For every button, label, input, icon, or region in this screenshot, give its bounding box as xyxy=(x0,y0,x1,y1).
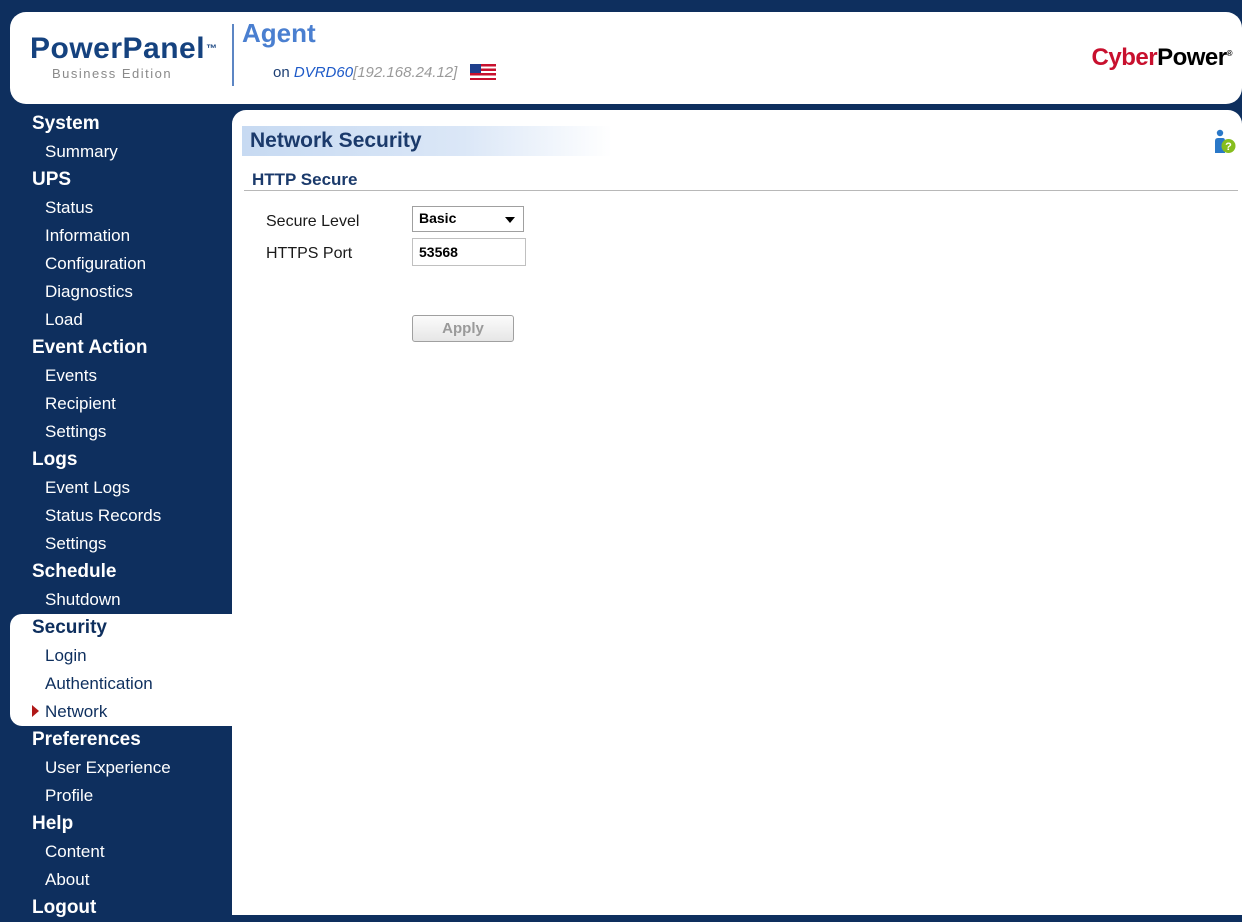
brand-trademark: ™ xyxy=(206,43,218,55)
sidebar-item-event-settings[interactable]: Settings xyxy=(10,418,232,446)
sidebar-item-network[interactable]: Network xyxy=(10,698,237,726)
vendor-mark: ® xyxy=(1226,49,1233,58)
apply-button[interactable]: Apply xyxy=(412,315,514,342)
vendor-logo: CyberPower® xyxy=(1091,44,1233,72)
sidebar-item-about[interactable]: About xyxy=(10,866,232,894)
sidebar-section-preferences: Preferences User Experience Profile xyxy=(10,726,232,810)
sidebar-item-information[interactable]: Information xyxy=(10,222,232,250)
secure-level-select[interactable]: Basic xyxy=(412,206,524,232)
sidebar-item-events[interactable]: Events xyxy=(10,362,232,390)
sidebar-item-login[interactable]: Login xyxy=(10,642,237,670)
main-content: Network Security ? HTTP Secure Secure Le… xyxy=(232,110,1242,915)
sidebar-section-event-action: Event Action Events Recipient Settings xyxy=(10,334,232,446)
page-title: Network Security xyxy=(250,129,422,152)
sidebar-item-load[interactable]: Load xyxy=(10,306,232,334)
host-name: DVRD60 xyxy=(293,64,354,81)
sidebar-item-profile[interactable]: Profile xyxy=(10,782,232,810)
agent-title: Agent xyxy=(242,18,316,48)
secure-level-value: Basic xyxy=(419,210,457,226)
https-port-label: HTTPS Port xyxy=(266,245,353,262)
svg-text:?: ? xyxy=(1225,141,1232,153)
section-divider xyxy=(244,190,1238,191)
flag-icon[interactable] xyxy=(469,64,496,80)
brand-name: PowerPanel xyxy=(30,32,206,65)
sidebar-item-summary[interactable]: Summary xyxy=(10,138,232,166)
ip-address: 192.168.24.12 xyxy=(357,64,454,81)
sidebar-heading-security[interactable]: Security xyxy=(10,614,237,642)
on-label: on xyxy=(273,64,290,81)
arrow-right-icon xyxy=(32,705,39,717)
sidebar-heading-system[interactable]: System xyxy=(10,110,232,138)
sidebar-heading-ups[interactable]: UPS xyxy=(10,166,232,194)
secure-level-label: Secure Level xyxy=(266,213,360,230)
sidebar-item-recipient[interactable]: Recipient xyxy=(10,390,232,418)
sidebar-heading-help[interactable]: Help xyxy=(10,810,232,838)
sidebar-section-logs: Logs Event Logs Status Records Settings xyxy=(10,446,232,558)
brand-logo: PowerPanel™ Business Edition xyxy=(30,32,218,82)
ip-close-bracket: ] xyxy=(453,64,458,81)
sidebar-item-authentication[interactable]: Authentication xyxy=(10,670,237,698)
sidebar-item-shutdown[interactable]: Shutdown xyxy=(10,586,232,614)
sidebar-item-log-settings[interactable]: Settings xyxy=(10,530,232,558)
app-header: PowerPanel™ Business Edition Agent on DV… xyxy=(10,12,1242,104)
https-port-input[interactable] xyxy=(412,238,526,266)
sidebar-section-schedule: Schedule Shutdown xyxy=(10,558,232,614)
sidebar-section-ups: UPS Status Information Configuration Dia… xyxy=(10,166,232,334)
sidebar-section-security: Security Login Authentication Network xyxy=(10,614,237,726)
sidebar-item-configuration[interactable]: Configuration xyxy=(10,250,232,278)
sidebar-heading-preferences[interactable]: Preferences xyxy=(10,726,232,754)
sidebar-section-system: System Summary xyxy=(10,110,232,166)
sidebar-section-help: Help Content About xyxy=(10,810,232,894)
sidebar-heading-logout[interactable]: Logout xyxy=(10,894,232,922)
sidebar-item-event-logs[interactable]: Event Logs xyxy=(10,474,232,502)
sidebar-heading-schedule[interactable]: Schedule xyxy=(10,558,232,586)
sidebar-item-user-experience[interactable]: User Experience xyxy=(10,754,232,782)
sidebar-section-logout: Logout xyxy=(10,894,232,922)
sidebar-item-content[interactable]: Content xyxy=(10,838,232,866)
chevron-down-icon xyxy=(505,217,515,223)
help-info-icon[interactable]: ? xyxy=(1212,128,1236,154)
vendor-name-b: Power xyxy=(1157,44,1227,71)
sidebar-heading-event-action[interactable]: Event Action xyxy=(10,334,232,362)
brand-edition: Business Edition xyxy=(52,66,173,81)
sidebar-heading-logs[interactable]: Logs xyxy=(10,446,232,474)
section-title-http-secure: HTTP Secure xyxy=(252,170,358,189)
sidebar-item-network-label: Network xyxy=(45,702,108,721)
sidebar-nav: System Summary UPS Status Information Co… xyxy=(10,110,237,918)
sidebar-item-status-records[interactable]: Status Records xyxy=(10,502,232,530)
brand-divider xyxy=(232,24,234,86)
sidebar-item-diagnostics[interactable]: Diagnostics xyxy=(10,278,232,306)
sidebar-item-status[interactable]: Status xyxy=(10,194,232,222)
vendor-name-a: Cyber xyxy=(1091,44,1158,71)
agent-host-line: on DVRD60[192.168.24.12] xyxy=(273,64,496,81)
